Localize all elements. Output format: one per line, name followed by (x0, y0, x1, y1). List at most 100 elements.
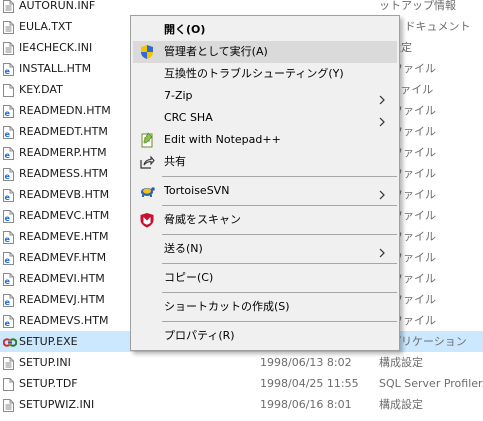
file-row[interactable]: SETUP.TDF 1998/04/25 11:55 SQL Server Prof… (0, 373, 483, 394)
chevron-right-icon (379, 91, 385, 105)
svg-text:e: e (5, 298, 11, 307)
file-name: READMEDT.HTM (19, 125, 108, 138)
setup-exe-icon (2, 335, 18, 348)
htm-file-icon: e (3, 62, 14, 76)
menu-separator (162, 205, 397, 206)
file-name: READMEVB.HTM (19, 188, 110, 201)
htm-file-icon: e (3, 209, 14, 223)
htm-file-icon: e (3, 146, 14, 160)
chevron-right-icon (379, 113, 385, 127)
shield-icon (139, 44, 155, 60)
svg-text:e: e (5, 193, 11, 202)
svg-text:e: e (5, 151, 11, 160)
notepad-plus-plus-icon (139, 132, 155, 148)
menu-item-label: 共有 (164, 155, 186, 168)
menu-item[interactable]: 管理者として実行(A) (133, 41, 397, 63)
svg-text:e: e (5, 67, 11, 76)
htm-file-icon: e (3, 230, 14, 244)
file-name: KEY.DAT (19, 83, 63, 96)
ini-file-icon (3, 398, 14, 412)
menu-separator (162, 263, 397, 264)
file-name: SETUP.TDF (19, 377, 78, 390)
ini-file-icon (3, 356, 14, 370)
menu-item[interactable]: 共有 (133, 151, 397, 173)
chevron-right-icon (379, 186, 385, 200)
file-name: IE4CHECK.INI (19, 41, 93, 54)
file-date: 1998/06/13 8:02 (260, 356, 352, 369)
menu-item[interactable]: 脅威をスキャン (133, 209, 397, 231)
svg-text:e: e (5, 256, 11, 265)
menu-item[interactable]: 送る(N) (133, 238, 397, 260)
file-row[interactable]: SETUP.INI 1998/06/13 8:02 構成設定 (0, 352, 483, 373)
menu-item[interactable]: 互換性のトラブルシューティング(Y) (133, 63, 397, 85)
tortoise-svn-icon (139, 183, 155, 199)
svg-text:e: e (5, 214, 11, 223)
ini-file-icon (3, 0, 14, 13)
menu-item-label: コピー(C) (164, 271, 214, 284)
file-name: READMESS.HTM (19, 167, 108, 180)
file-name: READMEVE.HTM (19, 230, 109, 243)
menu-separator (162, 292, 397, 293)
htm-file-icon: e (3, 293, 14, 307)
menu-item-label: 互換性のトラブルシューティング(Y) (164, 67, 344, 80)
menu-item-label: 送る(N) (164, 242, 203, 255)
ini-file-icon (3, 41, 14, 55)
menu-item[interactable]: コピー(C) (133, 267, 397, 289)
menu-item-label: 7-Zip (164, 89, 193, 102)
file-row[interactable]: AUTORUN.INF ットアップ情報 (0, 0, 483, 16)
menu-item-label: 脅威をスキャン (164, 213, 241, 226)
file-name: READMEVS.HTM (19, 314, 109, 327)
svg-text:e: e (5, 130, 11, 139)
file-name: READMERP.HTM (19, 146, 107, 159)
file-name: INSTALL.HTM (19, 62, 92, 75)
file-name: READMEVF.HTM (19, 251, 107, 264)
menu-item[interactable]: TortoiseSVN (133, 180, 397, 202)
svg-text:e: e (5, 319, 11, 328)
svg-text:e: e (5, 277, 11, 286)
text-file-icon (3, 20, 14, 34)
menu-item[interactable]: 7-Zip (133, 85, 397, 107)
htm-file-icon: e (3, 104, 14, 118)
htm-file-icon: e (3, 188, 14, 202)
menu-separator (162, 176, 397, 177)
menu-separator (162, 234, 397, 235)
menu-item[interactable]: プロパティ(R) (133, 325, 397, 347)
menu-item-label: 開く(O) (164, 23, 206, 36)
file-name: READMEVC.HTM (19, 209, 110, 222)
file-name: READMEVI.HTM (19, 272, 105, 285)
file-type: 構成設定 (379, 356, 423, 369)
htm-file-icon: e (3, 314, 14, 328)
htm-file-icon: e (3, 167, 14, 181)
file-name: READMEDN.HTM (19, 104, 111, 117)
menu-item[interactable]: CRC SHA (133, 107, 397, 129)
menu-item[interactable]: Edit with Notepad++ (133, 129, 397, 151)
menu-item-label: プロパティ(R) (164, 329, 235, 342)
menu-separator (162, 321, 397, 322)
chevron-right-icon (379, 244, 385, 258)
svg-text:e: e (5, 235, 11, 244)
file-name: AUTORUN.INF (19, 0, 96, 12)
menu-item-label: Edit with Notepad++ (164, 133, 281, 146)
context-menu: 開く(O) 管理者として実行(A) 互換性のトラブルシューティング(Y) 7-Zip C… (130, 15, 400, 351)
menu-item[interactable]: ショートカットの作成(S) (133, 296, 397, 318)
file-name: SETUP.EXE (19, 335, 78, 348)
htm-file-icon: e (3, 125, 14, 139)
file-name: READMEVJ.HTM (19, 293, 105, 306)
menu-item[interactable]: 開く(O) (133, 19, 397, 41)
blank-file-icon (3, 83, 14, 97)
htm-file-icon: e (3, 272, 14, 286)
file-name: SETUPWIZ.INI (19, 398, 95, 411)
share-icon (139, 154, 155, 170)
file-row[interactable]: SETUPWIZ.INI 1998/06/16 8:01 構成設定 (0, 394, 483, 415)
file-date: 1998/06/16 8:01 (260, 398, 352, 411)
menu-item-label: CRC SHA (164, 111, 213, 124)
mcafee-shield-icon (139, 212, 155, 228)
svg-text:e: e (5, 172, 11, 181)
file-type: SQL Server Profiler... (379, 377, 483, 390)
menu-item-label: TortoiseSVN (164, 184, 230, 197)
file-type: 構成設定 (379, 398, 423, 411)
file-date: 1998/04/25 11:55 (260, 377, 359, 390)
menu-item-label: 管理者として実行(A) (164, 45, 268, 58)
blank-file-icon (3, 377, 14, 391)
htm-file-icon: e (3, 251, 14, 265)
